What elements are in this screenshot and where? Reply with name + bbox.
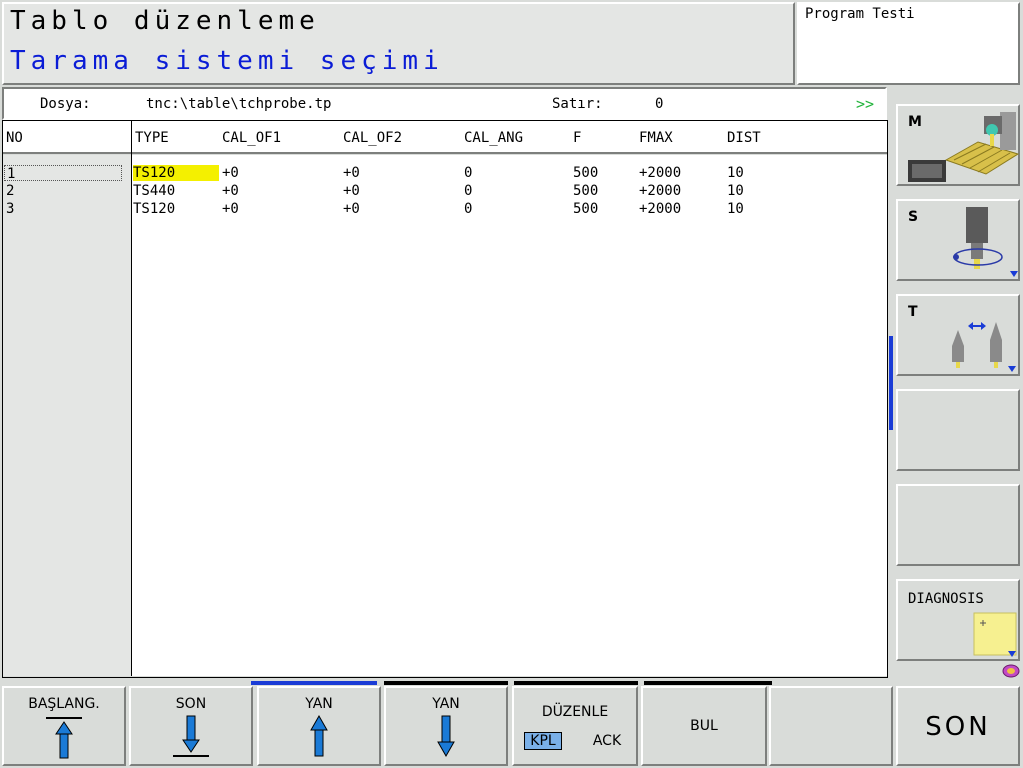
cell-type-active[interactable]: TS120	[133, 165, 219, 181]
cell-fmax[interactable]: +2000	[639, 183, 681, 199]
more-columns-indicator[interactable]: >>	[856, 95, 874, 113]
softkey-exit[interactable]: SON	[896, 686, 1020, 766]
side-softkey-diagnosis-label: DIAGNOSIS	[908, 591, 984, 607]
cell-dist[interactable]: 10	[727, 165, 744, 181]
side-softkey-empty-2[interactable]	[896, 484, 1020, 566]
row-value: 0	[655, 96, 664, 112]
side-softkey-diagnosis[interactable]: DIAGNOSIS	[896, 579, 1020, 661]
column-header-fmax[interactable]: FMAX	[639, 130, 673, 146]
column-header-cal-ang[interactable]: CAL_ANG	[464, 130, 523, 146]
cell-dist[interactable]: 10	[727, 201, 744, 217]
row-number-2[interactable]: 2	[6, 183, 14, 199]
spindle-icon	[953, 207, 1018, 277]
softkey-page-tab	[384, 681, 508, 685]
softkey-empty[interactable]	[769, 686, 893, 766]
column-header-dist[interactable]: DIST	[727, 130, 761, 146]
softkey-exit-label: SON	[925, 712, 991, 742]
softkey-page-tab-active	[251, 681, 377, 685]
file-path: tnc:\table\tchprobe.tp	[146, 96, 332, 112]
softkey-page-up[interactable]: YAN	[257, 686, 381, 766]
edit-off-option: KPL	[524, 732, 562, 750]
operating-mode-title: Tablo düzenleme	[10, 6, 320, 36]
cell-fmax[interactable]: +2000	[639, 201, 681, 217]
cell-f[interactable]: 500	[573, 165, 598, 181]
side-softkey-s[interactable]: S	[896, 199, 1020, 281]
softkey-page-down-label: YAN	[432, 696, 460, 712]
side-softkey-empty-1[interactable]	[896, 389, 1020, 471]
side-softkey-t-label: T	[908, 304, 918, 320]
edit-on-option: ACK	[592, 733, 622, 749]
softkey-end-label: SON	[175, 696, 207, 712]
column-header-cal-of2[interactable]: CAL_OF2	[343, 130, 402, 146]
column-header-type[interactable]: TYPE	[135, 130, 169, 146]
cell-cal-of2[interactable]: +0	[343, 183, 360, 199]
row-number-3[interactable]: 3	[6, 201, 14, 217]
tool-change-icon	[952, 322, 1016, 372]
file-label: Dosya:	[40, 96, 91, 112]
cell-type[interactable]: TS120	[133, 201, 175, 217]
cell-cal-ang[interactable]: 0	[464, 201, 472, 217]
row-number-1[interactable]: 1	[4, 165, 122, 182]
row-number-column	[2, 155, 132, 676]
cell-cal-of2[interactable]: +0	[343, 201, 360, 217]
file-info-bar	[2, 87, 887, 120]
cell-f[interactable]: 500	[573, 183, 598, 199]
cell-cal-of1[interactable]: +0	[222, 165, 239, 181]
softkey-page-tab	[644, 681, 772, 685]
diagnosis-icon	[973, 612, 1017, 657]
cell-cal-of2[interactable]: +0	[343, 165, 360, 181]
softkey-page-tab	[514, 681, 638, 685]
softkey-find-label: BUL	[690, 718, 718, 734]
cell-cal-of1[interactable]: +0	[222, 201, 239, 217]
column-header-f[interactable]: F	[573, 130, 581, 146]
row-label: Satır:	[552, 96, 603, 112]
cell-cal-of1[interactable]: +0	[222, 183, 239, 199]
softkey-page-up-label: YAN	[305, 696, 333, 712]
side-softkey-t[interactable]: T	[896, 294, 1020, 376]
cell-fmax[interactable]: +2000	[639, 165, 681, 181]
table-body	[132, 155, 887, 676]
softkey-page-down[interactable]: YAN	[384, 686, 508, 766]
arrow-down-icon	[437, 715, 455, 758]
cell-f[interactable]: 500	[573, 201, 598, 217]
softkey-begin-label: BAŞLANG.	[28, 696, 100, 712]
softkey-bar-position-indicator	[889, 336, 893, 430]
side-softkey-m[interactable]: M	[896, 104, 1020, 186]
machine-table-icon	[908, 112, 1020, 182]
softkey-edit-toggle[interactable]: DÜZENLE KPL ACK	[512, 686, 638, 766]
dialog-subtitle: Tarama sistemi seçimi	[10, 46, 444, 76]
arrow-to-top-icon	[46, 717, 82, 759]
side-softkey-s-label: S	[908, 209, 919, 225]
softkey-begin[interactable]: BAŞLANG.	[2, 686, 126, 766]
softkey-edit-label: DÜZENLE	[541, 704, 609, 720]
softkey-find[interactable]: BUL	[641, 686, 767, 766]
cell-dist[interactable]: 10	[727, 183, 744, 199]
arrow-up-icon	[310, 714, 328, 757]
column-header-no[interactable]: NO	[6, 130, 23, 146]
column-header-cal-of1[interactable]: CAL_OF1	[222, 130, 281, 146]
cell-cal-ang[interactable]: 0	[464, 165, 472, 181]
cell-type[interactable]: TS440	[133, 183, 175, 199]
softkey-end[interactable]: SON	[129, 686, 253, 766]
arrow-to-bottom-icon	[173, 715, 209, 757]
screen-switch-icon[interactable]	[1002, 662, 1020, 680]
cell-cal-ang[interactable]: 0	[464, 183, 472, 199]
secondary-mode-label: Program Testi	[805, 6, 915, 22]
header-divider	[131, 121, 132, 155]
